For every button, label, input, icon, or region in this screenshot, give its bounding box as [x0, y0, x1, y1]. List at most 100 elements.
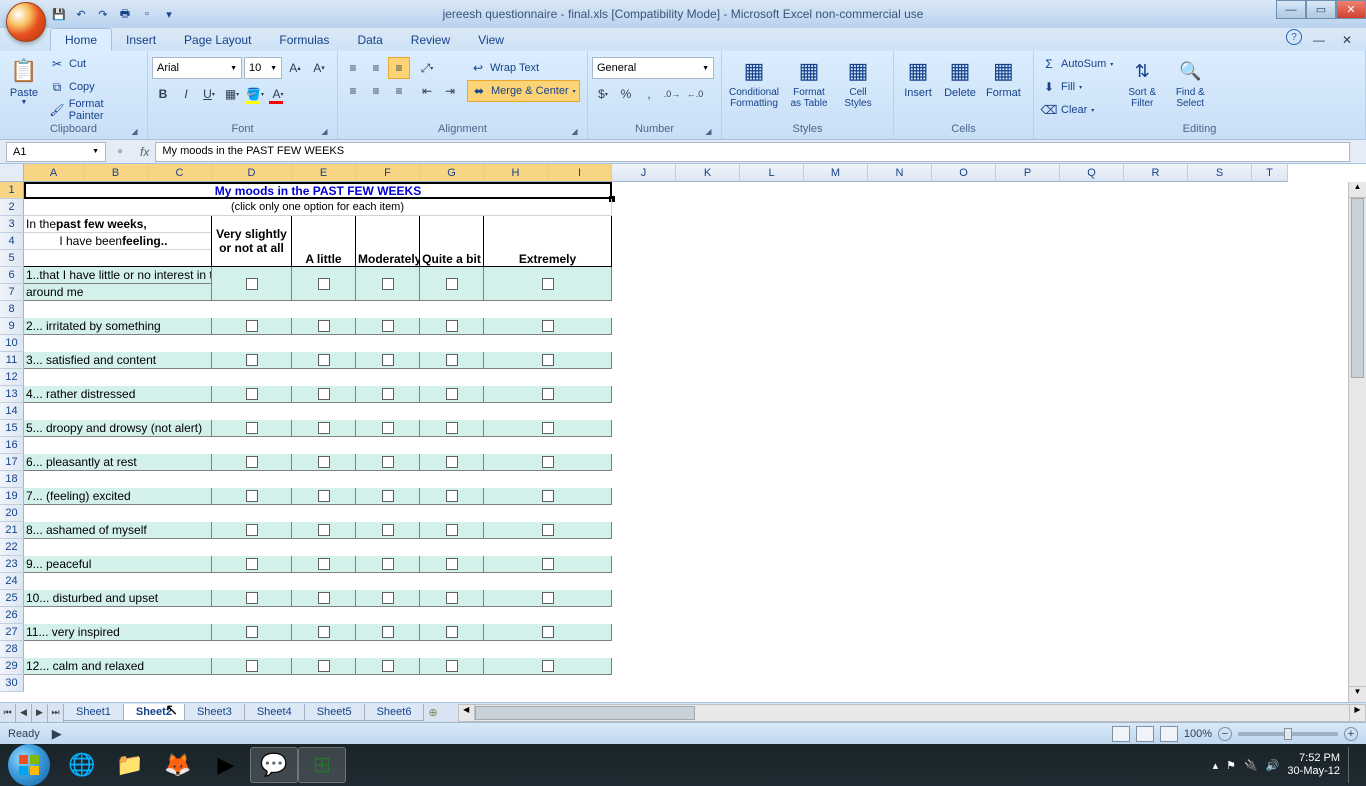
taskbar-explorer[interactable]: 📁 [106, 747, 154, 783]
item-7-option-2[interactable] [356, 522, 420, 539]
align-right-button[interactable]: ≡ [388, 80, 410, 102]
item-label-2[interactable]: 3... satisfied and content [24, 352, 212, 369]
row-header-29[interactable]: 29 [0, 658, 24, 675]
item-8-option-4[interactable] [484, 556, 612, 573]
item-8-option-0[interactable] [212, 556, 292, 573]
item-8-option-3[interactable] [420, 556, 484, 573]
item-9-option-4[interactable] [484, 590, 612, 607]
scale-header-3[interactable]: Quite a bit [420, 216, 484, 267]
sheet-tab-sheet5[interactable]: Sheet5 [304, 704, 365, 721]
font-name-combo[interactable]: Arial▼ [152, 57, 242, 79]
item-7-option-0[interactable] [212, 522, 292, 539]
font-color-button[interactable]: A▾ [267, 83, 289, 105]
item-0-option-0[interactable] [212, 267, 292, 301]
item-label-10[interactable]: 11... very inspired [24, 624, 212, 641]
tab-review[interactable]: Review [397, 29, 464, 51]
item-3-option-4[interactable] [484, 386, 612, 403]
row-header-22[interactable]: 22 [0, 539, 24, 556]
tab-view[interactable]: View [464, 29, 518, 51]
item-4-option-4[interactable] [484, 420, 612, 437]
qat-customize-icon[interactable]: ▾ [160, 5, 178, 23]
item-2-option-2[interactable] [356, 352, 420, 369]
row-header-12[interactable]: 12 [0, 369, 24, 386]
item-4-option-0[interactable] [212, 420, 292, 437]
fill-color-button[interactable]: 🪣▾ [244, 83, 266, 105]
row-header-21[interactable]: 21 [0, 522, 24, 539]
taskbar-firefox[interactable]: 🦊 [154, 747, 202, 783]
font-launcher[interactable]: ◢ [318, 125, 331, 138]
format-painter-button[interactable]: 🖌Format Painter [46, 99, 143, 121]
name-box[interactable]: A1▼ [6, 142, 106, 162]
row-header-9[interactable]: 9 [0, 318, 24, 335]
sheet-tab-sheet4[interactable]: Sheet4 [244, 704, 305, 721]
align-top-button[interactable]: ≡ [342, 57, 364, 79]
orientation-button[interactable]: ⤢▾ [416, 57, 438, 79]
row-header-26[interactable]: 26 [0, 607, 24, 624]
macro-record-icon[interactable]: ▶ [52, 726, 62, 742]
row-header-20[interactable]: 20 [0, 505, 24, 522]
item-6-option-1[interactable] [292, 488, 356, 505]
item-label-8[interactable]: 9... peaceful [24, 556, 212, 573]
item-label-6[interactable]: 7... (feeling) excited [24, 488, 212, 505]
item-5-option-2[interactable] [356, 454, 420, 471]
percent-button[interactable]: % [615, 83, 637, 105]
item-10-option-4[interactable] [484, 624, 612, 641]
row-header-4[interactable]: 4 [0, 233, 24, 250]
column-header-I[interactable]: I [548, 164, 612, 182]
zoom-slider[interactable] [1238, 732, 1338, 736]
item-1-option-4[interactable] [484, 318, 612, 335]
column-header-P[interactable]: P [996, 164, 1060, 182]
row-header-13[interactable]: 13 [0, 386, 24, 403]
item-2-option-1[interactable] [292, 352, 356, 369]
taskbar-ie[interactable]: 🌐 [58, 747, 106, 783]
item-1-option-1[interactable] [292, 318, 356, 335]
row-header-8[interactable]: 8 [0, 301, 24, 318]
item-11-option-2[interactable] [356, 658, 420, 675]
sheet-tab-sheet6[interactable]: Sheet6 [364, 704, 425, 721]
number-launcher[interactable]: ◢ [702, 125, 715, 138]
item-11-option-0[interactable] [212, 658, 292, 675]
conditional-formatting-button[interactable]: ▦Conditional Formatting [726, 53, 782, 111]
item-7-option-3[interactable] [420, 522, 484, 539]
zoom-out-button[interactable]: − [1218, 727, 1232, 741]
item-0-option-2[interactable] [356, 267, 420, 301]
cell-title[interactable]: My moods in the PAST FEW WEEKS [24, 182, 612, 199]
row-header-28[interactable]: 28 [0, 641, 24, 658]
column-header-E[interactable]: E [292, 164, 356, 182]
item-1-option-2[interactable] [356, 318, 420, 335]
item-label-5[interactable]: 6... pleasantly at rest [24, 454, 212, 471]
sheet-next-button[interactable]: ▶ [32, 704, 48, 722]
item-11-option-4[interactable] [484, 658, 612, 675]
item-2-option-4[interactable] [484, 352, 612, 369]
column-header-H[interactable]: H [484, 164, 548, 182]
sheet-last-button[interactable]: ⏭ [48, 704, 64, 722]
row-header-1[interactable]: 1 [0, 182, 24, 199]
cell-intro2[interactable]: I have been feeling.. [24, 233, 212, 250]
item-1-option-3[interactable] [420, 318, 484, 335]
ribbon-minimize-icon[interactable]: — [1308, 29, 1330, 51]
number-format-combo[interactable]: General▼ [592, 57, 714, 79]
item-5-option-3[interactable] [420, 454, 484, 471]
tray-flag-icon[interactable]: ⚑ [1226, 759, 1236, 772]
select-all-corner[interactable] [0, 164, 24, 182]
item-10-option-3[interactable] [420, 624, 484, 641]
grow-font-button[interactable]: A▴ [284, 57, 306, 79]
item-6-option-2[interactable] [356, 488, 420, 505]
comma-button[interactable]: , [638, 83, 660, 105]
sheet-tab-sheet2[interactable]: Sheet2 [123, 704, 185, 721]
column-header-A[interactable]: A [24, 164, 84, 182]
item-label-1[interactable]: 2... irritated by something [24, 318, 212, 335]
workbook-close-icon[interactable]: ✕ [1336, 29, 1358, 51]
minimize-button[interactable]: — [1276, 0, 1306, 19]
qat-redo-icon[interactable]: ↷ [94, 5, 112, 23]
item-11-option-1[interactable] [292, 658, 356, 675]
item-4-option-2[interactable] [356, 420, 420, 437]
item-1-option-0[interactable] [212, 318, 292, 335]
fill-button[interactable]: ⬇Fill▾ [1038, 76, 1116, 98]
row-header-3[interactable]: 3 [0, 216, 24, 233]
item-0-option-4[interactable] [484, 267, 612, 301]
item-6-option-0[interactable] [212, 488, 292, 505]
row-header-24[interactable]: 24 [0, 573, 24, 590]
tab-page-layout[interactable]: Page Layout [170, 29, 265, 51]
item-0-option-3[interactable] [420, 267, 484, 301]
